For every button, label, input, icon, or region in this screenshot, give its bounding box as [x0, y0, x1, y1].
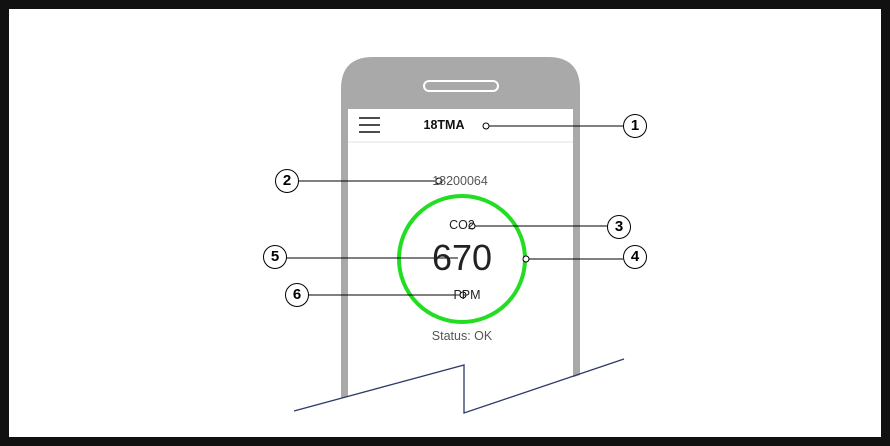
reading-value: 670	[431, 237, 493, 278]
callout-4: 4	[623, 245, 647, 269]
callout-1: 1	[623, 114, 647, 138]
device-serial: 18200064	[432, 174, 488, 188]
callout-6: 6	[285, 283, 309, 307]
device-name: 18TMA	[423, 118, 465, 132]
status-text: Status: OK	[431, 329, 493, 343]
gas-label: CO2	[449, 218, 475, 232]
callout-3: 3	[607, 215, 631, 239]
diagram-frame: 18TMA 18200064 CO2 670 PPM Status: OK 1 …	[0, 0, 890, 446]
reading-unit: PPM	[453, 288, 481, 302]
callout-2: 2	[275, 169, 299, 193]
callout-5: 5	[263, 245, 287, 269]
